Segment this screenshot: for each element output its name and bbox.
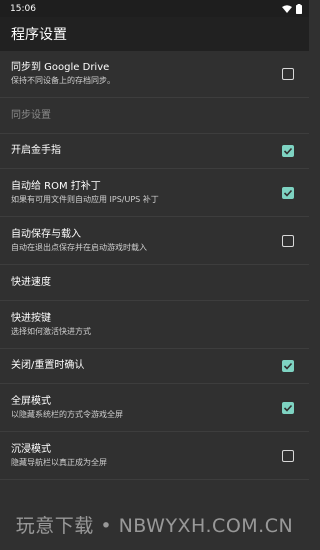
setting-summary: 自动在退出点保存并在启动游戏时载入 — [11, 242, 147, 252]
checkbox-auto-save-load[interactable] — [282, 234, 294, 247]
check-icon — [283, 147, 293, 155]
settings-list: 同步到 Google Drive 保持不同设备上的存档同步。 同步设置 开启金手… — [0, 51, 309, 480]
watermark-text: 玩意下载 • NBWYXH.COM.CN — [15, 515, 294, 537]
setting-title: 自动给 ROM 打补丁 — [11, 180, 101, 192]
checkbox-sync-google-drive[interactable] — [282, 68, 294, 80]
setting-title: 快进速度 — [11, 276, 51, 288]
app-bar: 程序设置 — [0, 17, 309, 51]
setting-auto-save-load[interactable]: 自动保存与载入 自动在退出点保存并在启动游戏时载入 — [0, 217, 309, 265]
setting-cheats[interactable]: 开启金手指 — [0, 134, 309, 169]
setting-title: 沉浸模式 — [11, 443, 51, 455]
checkbox-immersive-mode[interactable] — [282, 449, 294, 462]
setting-fast-forward-speed[interactable]: 快进速度 — [0, 265, 309, 301]
wifi-icon — [282, 4, 292, 13]
page-title: 程序设置 — [11, 27, 67, 43]
setting-title: 同步到 Google Drive — [11, 62, 110, 73]
setting-title: 关闭/重置时确认 — [11, 360, 85, 371]
setting-fast-forward-key[interactable]: 快进按键 选择如何激活快进方式 — [0, 301, 309, 349]
checkbox-cheats[interactable] — [282, 145, 294, 157]
setting-title: 自动保存与载入 — [11, 228, 81, 240]
battery-icon — [296, 3, 302, 14]
setting-title: 快进按键 — [11, 312, 51, 324]
checkbox-auto-patch-rom[interactable] — [282, 186, 294, 199]
status-bar: 15:06 — [0, 0, 309, 17]
status-time: 15:06 — [10, 3, 36, 14]
check-icon — [283, 362, 293, 370]
setting-summary: 如果有可用文件则自动应用 IPS/UPS 补丁 — [11, 194, 159, 204]
check-icon — [283, 404, 293, 412]
setting-sync-google-drive[interactable]: 同步到 Google Drive 保持不同设备上的存档同步。 — [0, 51, 309, 98]
category-title: 同步设置 — [11, 109, 51, 121]
check-icon — [283, 189, 293, 197]
setting-summary: 以隐藏系统栏的方式令游戏全屏 — [11, 409, 123, 419]
setting-summary: 保持不同设备上的存档同步。 — [11, 76, 115, 85]
setting-sync-settings: 同步设置 — [0, 98, 309, 134]
setting-title: 全屏模式 — [11, 395, 51, 407]
setting-auto-patch-rom[interactable]: 自动给 ROM 打补丁 如果有可用文件则自动应用 IPS/UPS 补丁 — [0, 169, 309, 217]
checkbox-confirm-close-reset[interactable] — [282, 360, 294, 372]
setting-summary: 隐藏导航栏以真正成为全屏 — [11, 457, 107, 467]
setting-immersive-mode[interactable]: 沉浸模式 隐藏导航栏以真正成为全屏 — [0, 432, 309, 480]
setting-title: 开启金手指 — [11, 145, 61, 156]
setting-summary: 选择如何激活快进方式 — [11, 326, 91, 336]
setting-confirm-close-reset[interactable]: 关闭/重置时确认 — [0, 349, 309, 384]
setting-fullscreen[interactable]: 全屏模式 以隐藏系统栏的方式令游戏全屏 — [0, 384, 309, 432]
checkbox-fullscreen[interactable] — [282, 401, 294, 414]
status-icons — [282, 3, 302, 14]
